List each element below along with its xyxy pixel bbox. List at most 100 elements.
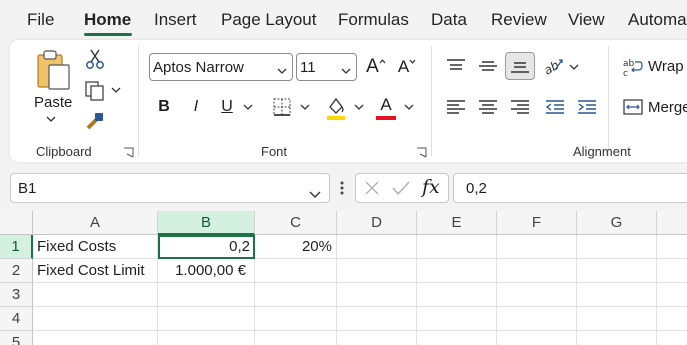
cell-f3[interactable] (497, 283, 577, 307)
cell-f4[interactable] (497, 307, 577, 331)
align-top-icon[interactable] (444, 54, 468, 78)
cell-b3[interactable] (158, 283, 255, 307)
cell-a4[interactable] (33, 307, 158, 331)
align-middle-icon[interactable] (476, 54, 500, 78)
format-painter-icon[interactable] (84, 110, 106, 132)
underline-button[interactable]: U (217, 94, 237, 120)
tab-view[interactable]: View (568, 10, 605, 30)
cell-c5[interactable] (255, 331, 337, 345)
insert-function-button[interactable]: fx (422, 176, 440, 198)
tab-review[interactable]: Review (491, 10, 547, 30)
cell-e2[interactable] (417, 259, 497, 283)
cell-h1[interactable] (657, 235, 687, 259)
fill-color-chevron-icon[interactable] (353, 102, 365, 112)
cell-b2[interactable]: 1.000,00 € (158, 259, 255, 283)
borders-chevron-icon[interactable] (299, 102, 311, 112)
cell-e4[interactable] (417, 307, 497, 331)
tab-insert[interactable]: Insert (154, 10, 197, 30)
merge-center-button[interactable]: Merge (648, 99, 687, 116)
cell-d1[interactable] (337, 235, 417, 259)
cell-a5[interactable] (33, 331, 158, 345)
select-all-corner[interactable] (0, 211, 33, 235)
cell-a3[interactable] (33, 283, 158, 307)
row-header-4[interactable]: 4 (0, 307, 33, 331)
tab-page-layout[interactable]: Page Layout (221, 10, 316, 30)
column-header-d[interactable]: D (337, 211, 417, 235)
cell-c2[interactable] (255, 259, 337, 283)
column-header-c[interactable]: C (255, 211, 337, 235)
font-color-button[interactable]: A (374, 94, 398, 122)
cell-d2[interactable] (337, 259, 417, 283)
cell-f1[interactable] (497, 235, 577, 259)
cell-d3[interactable] (337, 283, 417, 307)
cell-c1[interactable]: 20% (255, 235, 337, 259)
chevron-down-icon[interactable] (44, 114, 58, 124)
wrap-text-button[interactable]: Wrap T (648, 58, 687, 75)
cell-g3[interactable] (577, 283, 657, 307)
cell-g1[interactable] (577, 235, 657, 259)
row-header-5[interactable]: 5 (0, 331, 33, 345)
decrease-indent-icon[interactable] (543, 95, 567, 119)
column-header-h[interactable] (657, 211, 687, 235)
orientation-chevron-icon[interactable] (568, 62, 580, 72)
cell-b4[interactable] (158, 307, 255, 331)
column-header-g[interactable]: G (577, 211, 657, 235)
increase-indent-icon[interactable] (575, 95, 599, 119)
underline-chevron-icon[interactable] (242, 102, 254, 112)
column-header-a[interactable]: A (33, 211, 158, 235)
cell-g4[interactable] (577, 307, 657, 331)
cell-e3[interactable] (417, 283, 497, 307)
borders-icon[interactable] (271, 96, 293, 118)
align-bottom-icon[interactable] (505, 52, 535, 80)
tab-file[interactable]: File (27, 10, 54, 30)
align-center-icon[interactable] (476, 95, 500, 119)
cell-h4[interactable] (657, 307, 687, 331)
tab-home[interactable]: Home (84, 10, 131, 30)
increase-font-size-button[interactable]: A (363, 53, 389, 81)
formula-input[interactable]: 0,2 (453, 173, 687, 203)
paste-button[interactable]: Paste (34, 94, 72, 111)
tab-data[interactable]: Data (431, 10, 467, 30)
orientation-icon[interactable]: ab (542, 54, 566, 78)
decrease-font-size-button[interactable]: A (394, 53, 420, 81)
column-header-e[interactable]: E (417, 211, 497, 235)
chevron-down-icon[interactable] (309, 185, 321, 202)
name-box[interactable]: B1 (10, 173, 330, 203)
cell-d5[interactable] (337, 331, 417, 345)
row-header-2[interactable]: 2 (0, 259, 33, 283)
cancel-icon[interactable] (364, 180, 380, 201)
wrap-text-icon[interactable]: ab c (622, 56, 644, 78)
cell-g5[interactable] (577, 331, 657, 345)
font-color-chevron-icon[interactable] (403, 102, 415, 112)
cut-icon[interactable] (84, 48, 106, 70)
tab-automate[interactable]: Automa (628, 10, 687, 30)
cell-f5[interactable] (497, 331, 577, 345)
cell-h2[interactable] (657, 259, 687, 283)
fill-color-icon[interactable] (324, 94, 348, 122)
more-options-icon[interactable] (340, 180, 344, 196)
copy-options-chevron-icon[interactable] (110, 85, 122, 95)
cell-g2[interactable] (577, 259, 657, 283)
enter-check-icon[interactable] (392, 180, 410, 201)
cell-f2[interactable] (497, 259, 577, 283)
align-left-icon[interactable] (444, 95, 468, 119)
cell-h3[interactable] (657, 283, 687, 307)
tab-formulas[interactable]: Formulas (338, 10, 409, 30)
font-family-select[interactable]: Aptos Narrow (149, 53, 293, 81)
cell-h5[interactable] (657, 331, 687, 345)
column-header-b[interactable]: B (158, 211, 255, 235)
font-launcher-icon[interactable] (416, 145, 427, 158)
column-header-f[interactable]: F (497, 211, 577, 235)
cell-a1[interactable]: Fixed Costs (33, 235, 158, 259)
align-right-icon[interactable] (508, 95, 532, 119)
cell-e1[interactable] (417, 235, 497, 259)
paste-icon[interactable] (34, 48, 72, 92)
cell-b1[interactable]: 0,2 (158, 235, 255, 259)
row-header-3[interactable]: 3 (0, 283, 33, 307)
cell-c3[interactable] (255, 283, 337, 307)
cell-a2[interactable]: Fixed Cost Limit (33, 259, 158, 283)
cell-e5[interactable] (417, 331, 497, 345)
clipboard-launcher-icon[interactable] (123, 145, 134, 158)
cell-c4[interactable] (255, 307, 337, 331)
cell-b5[interactable] (158, 331, 255, 345)
